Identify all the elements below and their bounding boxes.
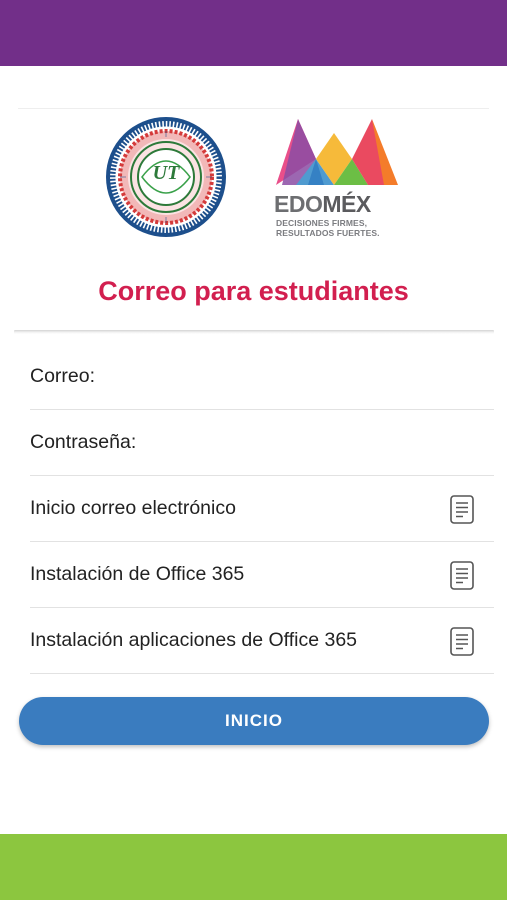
email-field[interactable] — [95, 356, 494, 397]
bottom-footer-bar — [0, 834, 507, 900]
page-title: Correo para estudiantes — [98, 276, 409, 306]
logo-divider — [18, 108, 489, 109]
link-row-inicio-correo[interactable]: Inicio correo electrónico — [30, 476, 494, 542]
document-icon[interactable] — [450, 627, 474, 656]
edomex-slogan: DECISIONES FIRMES, RESULTADOS FUERTES. — [276, 218, 402, 238]
email-label: Correo: — [30, 365, 96, 387]
top-header-bar — [0, 0, 507, 66]
email-row: Correo: — [30, 344, 494, 410]
link-label: Instalación de Office 365 — [30, 563, 245, 585]
edomex-mountains-graphic — [276, 119, 398, 185]
link-label: Inicio correo electrónico — [30, 497, 236, 519]
edomex-wordmark-right: MÉX — [322, 191, 371, 217]
link-row-instalacion-office[interactable]: Instalación de Office 365 — [30, 542, 494, 608]
edomex-wordmark: EDOMÉX — [274, 191, 400, 218]
edomex-slogan-line2: RESULTADOS FUERTES. — [276, 228, 380, 238]
title-divider — [14, 330, 494, 334]
logos-area: UT EDOMÉX DECISIONES FIRMES, RESULTADOS … — [0, 112, 507, 242]
form-list: Correo: Contraseña: Inicio correo electr… — [30, 344, 494, 674]
ut-seal-center-text: UT — [152, 162, 180, 184]
document-icon[interactable] — [450, 495, 474, 524]
edomex-logo: EDOMÉX DECISIONES FIRMES, RESULTADOS FUE… — [272, 115, 402, 239]
link-label: Instalación aplicaciones de Office 365 — [30, 629, 358, 651]
password-row: Contraseña: — [30, 410, 494, 476]
document-icon[interactable] — [450, 561, 474, 590]
edomex-wordmark-left: EDO — [274, 191, 323, 217]
link-row-instalacion-aplicaciones[interactable]: Instalación aplicaciones de Office 365 — [30, 608, 494, 674]
inicio-button[interactable]: INICIO — [19, 697, 489, 745]
password-label: Contraseña: — [30, 431, 137, 453]
password-field[interactable] — [136, 422, 494, 463]
edomex-slogan-line1: DECISIONES FIRMES, — [276, 218, 368, 228]
